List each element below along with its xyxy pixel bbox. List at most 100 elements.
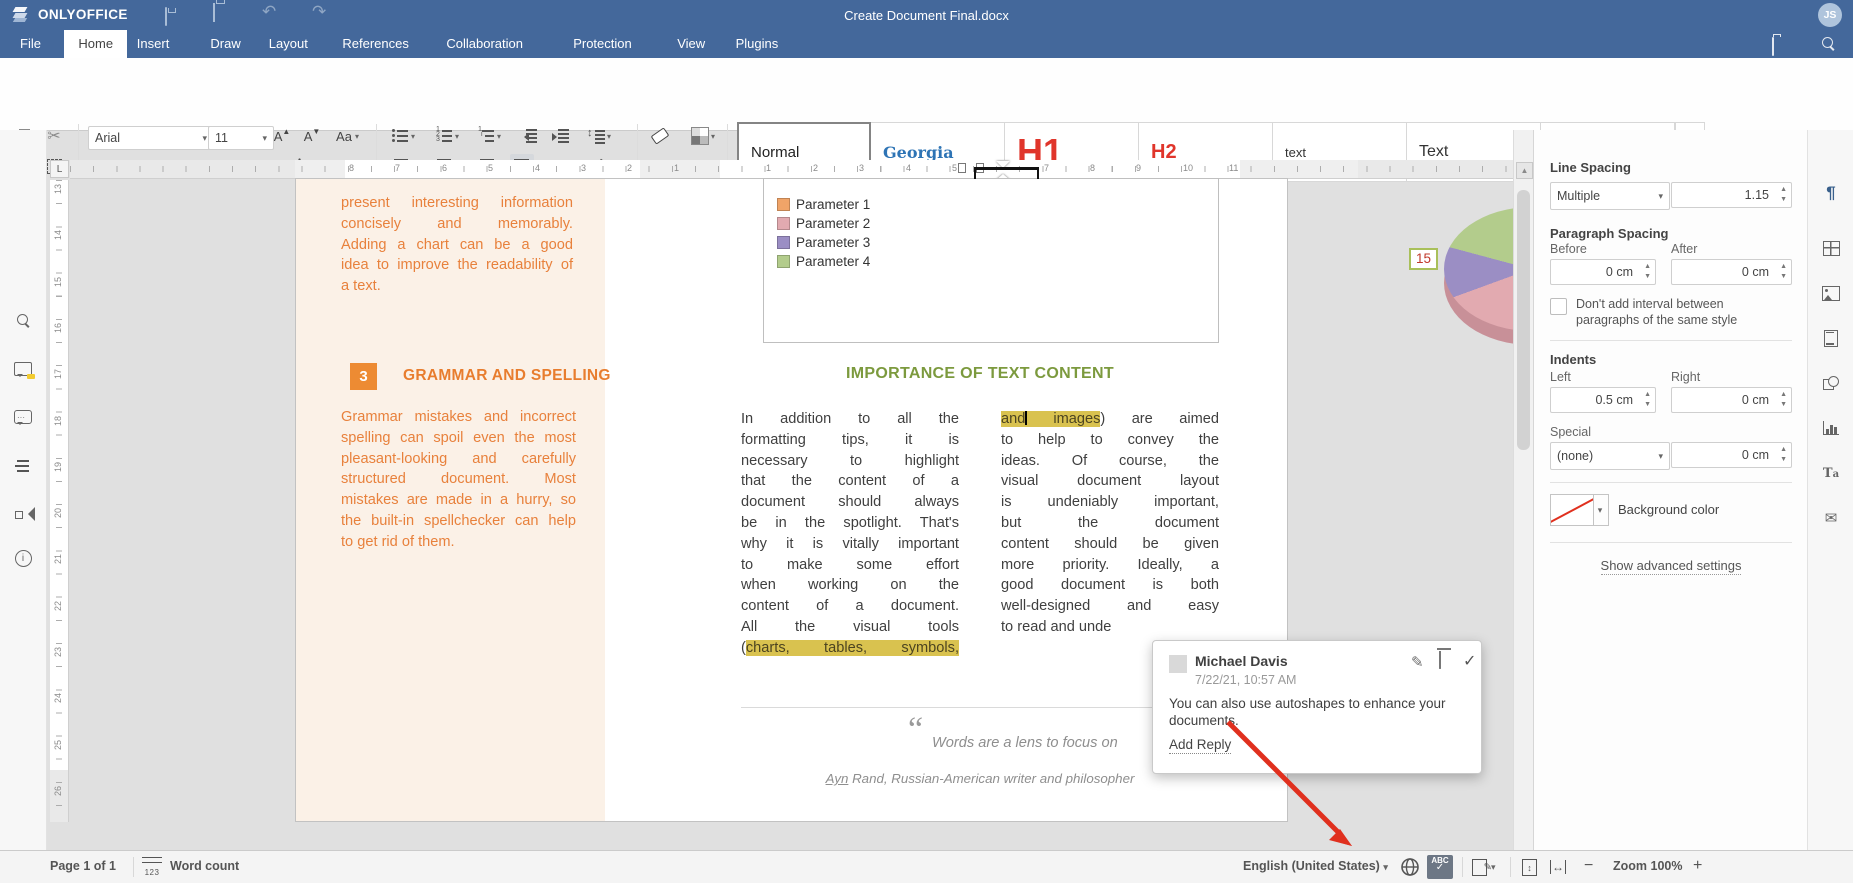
chart-settings-button[interactable] (1818, 415, 1844, 441)
tab-stop-marker[interactable] (958, 163, 966, 173)
text-column-1[interactable]: In addition to all theformatting tips, i… (741, 409, 959, 659)
horizontal-ruler[interactable]: 87654321123457891011 (70, 160, 1513, 179)
decrease-indent-button[interactable] (516, 124, 540, 148)
special-select[interactable]: (none)▾ (1550, 442, 1670, 470)
tab-protection[interactable]: Protection (559, 30, 646, 58)
open-file-location-button[interactable] (1772, 38, 1774, 56)
word-count-button[interactable]: 123 (142, 855, 162, 878)
indent-right-input[interactable]: 0 cm ▲▼ (1671, 387, 1792, 413)
spinner-arrows-icon[interactable]: ▲▼ (1780, 262, 1787, 282)
fit-page-button[interactable]: ↕ (1522, 859, 1537, 876)
increment-font-size-button[interactable]: A▲ (270, 124, 294, 148)
print-button[interactable] (213, 4, 215, 22)
feedback-sidebar-button[interactable] (10, 501, 36, 527)
highlighted-text: charts, tables, symbols, (746, 640, 959, 656)
line-spacing-button[interactable]: ↕▾ (584, 124, 613, 148)
resolve-comment-button[interactable]: ✓ (1463, 651, 1476, 671)
tab-layout[interactable]: Layout (255, 30, 322, 58)
font-name-select[interactable]: Arial▾ (88, 126, 214, 150)
mail-merge-settings-button[interactable]: ✉ (1818, 505, 1844, 531)
tab-collaboration[interactable]: Collaboration (432, 30, 537, 58)
decrement-font-size-button[interactable]: A▼ (300, 124, 324, 148)
scrollbar-thumb[interactable] (1517, 190, 1530, 450)
language-selector[interactable]: English (United States) ▾ (1243, 859, 1388, 873)
bullets-button[interactable]: ▾ (388, 124, 417, 148)
increase-indent-button[interactable] (548, 124, 572, 148)
document-scrollbar[interactable]: ▲ (1513, 130, 1533, 850)
delete-comment-button[interactable] (1439, 651, 1441, 669)
ruler-number: 8 (1090, 163, 1095, 173)
word-count-label[interactable]: Word count (170, 859, 239, 873)
shape-settings-button[interactable] (1818, 370, 1844, 396)
spinner-arrows-icon[interactable]: ▲▼ (1644, 390, 1651, 410)
section-heading[interactable]: GRAMMAR AND SPELLING (403, 367, 611, 385)
add-reply-link[interactable]: Add Reply (1169, 737, 1231, 752)
tab-home[interactable]: Home (64, 30, 127, 58)
background-color-dropdown[interactable]: ▾ (1592, 494, 1609, 526)
spinner-arrows-icon[interactable]: ▲▼ (1780, 445, 1787, 465)
document-page[interactable]: present interesting informationconcisely… (295, 178, 1288, 822)
spacing-before-input[interactable]: 0 cm ▲▼ (1550, 259, 1656, 285)
quote-text[interactable]: Words are a lens to focus on (932, 735, 1118, 751)
undo-button[interactable]: ↶ (262, 2, 276, 22)
save-button[interactable] (165, 8, 167, 26)
spacing-after-input[interactable]: 0 cm ▲▼ (1671, 259, 1792, 285)
redo-button[interactable]: ↷ (312, 2, 326, 22)
line-spacing-amount-input[interactable]: 1.15 ▲▼ (1671, 182, 1792, 208)
image-settings-button[interactable] (1818, 280, 1844, 306)
zoom-out-button[interactable]: − (1584, 857, 1593, 875)
text-art-settings-button[interactable]: Ta (1818, 460, 1844, 486)
text-column-2[interactable]: and images) are aimedto help to convey t… (1001, 409, 1219, 638)
font-name-value: Arial (95, 131, 120, 145)
tab-file[interactable]: File (6, 30, 55, 58)
attribution-link[interactable]: Ayn (826, 771, 849, 786)
scroll-up-button[interactable]: ▲ (1516, 162, 1533, 179)
search-sidebar-button[interactable] (10, 307, 36, 333)
grammar-paragraph[interactable]: Grammar mistakes and incorrectspelling c… (341, 407, 576, 553)
chat-sidebar-button[interactable]: ··· (10, 404, 36, 430)
vertical-ruler[interactable]: 1314151617181920212223242526 (50, 180, 69, 822)
background-color-swatch[interactable] (1550, 494, 1594, 526)
color-scheme-button[interactable]: ▾ (688, 124, 717, 148)
set-language-button[interactable] (1400, 857, 1420, 880)
tab-stop-selector[interactable]: L (50, 160, 69, 178)
interval-checkbox-label[interactable]: Don't add interval between paragraphs of… (1576, 296, 1786, 328)
clear-style-button[interactable] (648, 124, 672, 148)
text-line: pleasant-looking and carefully (341, 449, 576, 470)
importance-heading[interactable]: IMPORTANCE OF TEXT CONTENT (741, 365, 1219, 383)
spellcheck-toggle[interactable]: ABC✓ (1427, 855, 1453, 879)
tab-references[interactable]: References (328, 30, 422, 58)
change-case-button[interactable]: Aa▾ (332, 124, 361, 148)
indent-left-input[interactable]: 0.5 cm ▲▼ (1550, 387, 1656, 413)
numbering-button[interactable]: 123▾ (432, 124, 461, 148)
quote-attribution[interactable]: Ayn Rand, Russian-American writer and ph… (741, 771, 1219, 786)
advanced-settings-link[interactable]: Show advanced settings (1534, 558, 1808, 573)
track-changes-button[interactable]: ▾ (1472, 859, 1496, 876)
interval-checkbox[interactable] (1550, 298, 1567, 315)
word-count-icon (142, 857, 162, 863)
line-spacing-select[interactable]: Multiple▾ (1550, 182, 1670, 210)
header-footer-settings-button[interactable] (1818, 325, 1844, 351)
paragraph-settings-button[interactable]: ¶ (1818, 180, 1844, 206)
font-size-select[interactable]: 11▾ (208, 126, 274, 150)
intro-paragraph[interactable]: present interesting informationconcisely… (341, 193, 573, 297)
spinner-arrows-icon[interactable]: ▲▼ (1780, 185, 1787, 205)
spinner-arrows-icon[interactable]: ▲▼ (1780, 390, 1787, 410)
about-sidebar-button[interactable]: i (10, 545, 36, 571)
navigation-sidebar-button[interactable] (10, 453, 36, 479)
pie-chart-frame[interactable]: Parameter 1Parameter 2Parameter 3Paramet… (763, 178, 1219, 343)
zoom-in-button[interactable]: + (1693, 857, 1702, 875)
user-avatar[interactable]: JS (1818, 3, 1842, 27)
edit-comment-button[interactable]: ✎ (1411, 653, 1424, 671)
tab-plugins[interactable]: Plugins (722, 30, 793, 58)
fit-width-button[interactable]: ↔ (1550, 860, 1566, 874)
tab-view[interactable]: View (663, 30, 719, 58)
tab-insert[interactable]: Insert (123, 30, 184, 58)
special-amount-input[interactable]: 0 cm ▲▼ (1671, 442, 1792, 468)
text-line: be in the spotlight. That's (741, 513, 959, 534)
tab-draw[interactable]: Draw (196, 30, 254, 58)
table-settings-button[interactable] (1818, 235, 1844, 261)
spinner-arrows-icon[interactable]: ▲▼ (1644, 262, 1651, 282)
multilevel-list-button[interactable]: 1i▾ (474, 124, 503, 148)
comments-sidebar-button[interactable] (10, 356, 36, 382)
